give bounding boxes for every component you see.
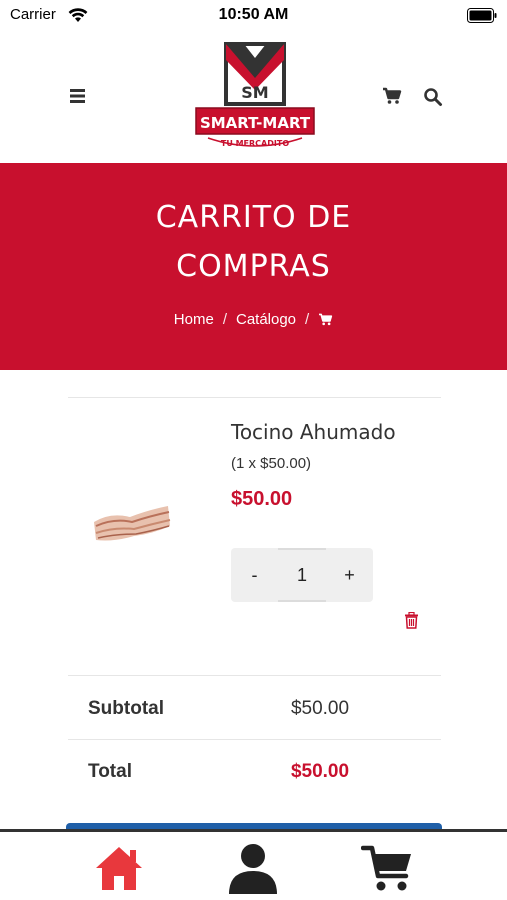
breadcrumb-separator: / bbox=[222, 311, 227, 328]
breadcrumb-catalog[interactable]: Catálogo bbox=[236, 311, 296, 328]
decrease-quantity-button[interactable]: - bbox=[231, 548, 278, 602]
product-image[interactable] bbox=[90, 500, 174, 550]
battery-icon bbox=[467, 8, 497, 23]
increase-quantity-button[interactable]: + bbox=[326, 548, 373, 602]
menu-icon[interactable] bbox=[68, 87, 88, 105]
tab-home[interactable] bbox=[89, 840, 149, 896]
divider bbox=[68, 739, 441, 740]
bottom-tab-bar bbox=[0, 829, 507, 900]
subtotal-value: $50.00 bbox=[290, 698, 350, 719]
product-name[interactable]: Tocino Ahumado bbox=[231, 420, 396, 444]
divider bbox=[68, 397, 441, 398]
header-cart-icon[interactable] bbox=[382, 87, 402, 105]
logo-subtext: TU MERCADITO bbox=[221, 139, 289, 148]
product-line-total: $50.00 bbox=[231, 488, 293, 510]
home-icon bbox=[96, 847, 142, 890]
page-title-line1: CARRITO DE bbox=[155, 200, 352, 235]
divider bbox=[68, 675, 441, 676]
user-icon bbox=[229, 844, 277, 894]
status-bar: Carrier 10:50 AM bbox=[0, 0, 507, 32]
trash-icon[interactable] bbox=[404, 612, 419, 629]
smart-mart-logo[interactable]: SM SMART-MART TU MERCADITO bbox=[194, 38, 316, 154]
logo-graphic: SM SMART-MART TU MERCADITO bbox=[195, 42, 315, 148]
tab-cart[interactable] bbox=[358, 840, 418, 896]
logo-text: SMART-MART bbox=[200, 114, 311, 132]
subtotal-label: Subtotal bbox=[88, 698, 164, 719]
page-banner: CARRITO DE COMPRAS Home / Catálogo / bbox=[0, 163, 507, 370]
page-title-line2: COMPRAS bbox=[176, 249, 331, 284]
breadcrumb-separator: / bbox=[305, 311, 310, 328]
quantity-stepper: - 1 + bbox=[231, 548, 373, 602]
tab-account[interactable] bbox=[223, 840, 283, 896]
page-title: CARRITO DE COMPRAS bbox=[0, 193, 507, 291]
logo-monogram: SM bbox=[241, 83, 268, 102]
total-label: Total bbox=[88, 761, 132, 782]
breadcrumb: Home / Catálogo / bbox=[0, 311, 507, 328]
product-unit-price: (1 x $50.00) bbox=[231, 455, 312, 472]
breadcrumb-cart-icon bbox=[319, 313, 333, 326]
total-value: $50.00 bbox=[290, 761, 350, 782]
site-header: SM SMART-MART TU MERCADITO bbox=[0, 32, 507, 163]
search-icon[interactable] bbox=[423, 87, 443, 107]
breadcrumb-home[interactable]: Home bbox=[174, 311, 214, 328]
quantity-value[interactable]: 1 bbox=[278, 548, 326, 602]
cart-icon bbox=[361, 845, 411, 891]
clock: 10:50 AM bbox=[218, 6, 289, 23]
